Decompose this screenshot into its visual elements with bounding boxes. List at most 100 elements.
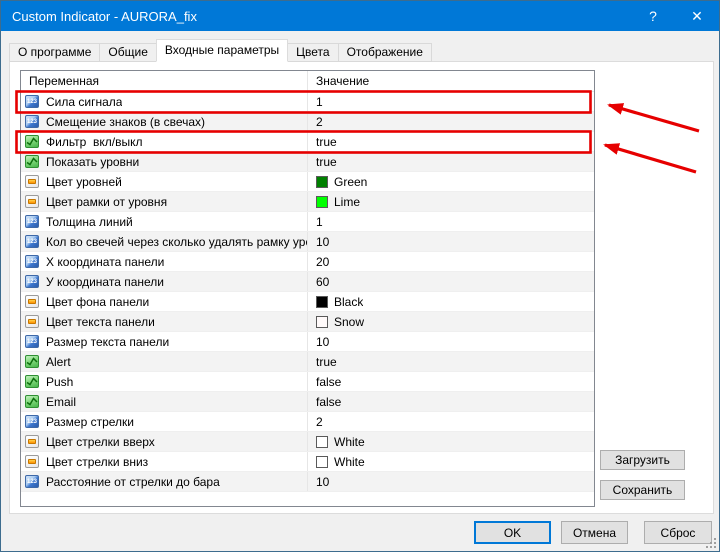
table-row[interactable]: 123 Кол во свечей через сколько удалять …: [21, 232, 594, 252]
orange-bar: [28, 439, 36, 444]
color-page-icon: [25, 195, 39, 208]
color-swatch: [316, 296, 328, 308]
cancel-button[interactable]: Отмена: [561, 521, 628, 544]
table-row[interactable]: 123 Расстояние от стрелки до бара 10: [21, 472, 594, 492]
int-123-icon: 123: [25, 215, 39, 228]
param-value: true: [316, 135, 337, 149]
table-row[interactable]: 123 Смещение знаков (в свечах) 2: [21, 112, 594, 132]
table-row[interactable]: 123 Размер стрелки 2: [21, 412, 594, 432]
table-row[interactable]: Показать уровни true: [21, 152, 594, 172]
param-name: Толщина линий: [46, 215, 133, 229]
window-title: Custom Indicator - AURORA_fix: [1, 9, 631, 24]
parameters-table: Переменная Значение 123 Сила сигнала 1 1…: [20, 70, 595, 507]
tab-common[interactable]: Общие: [99, 43, 156, 62]
param-name: Расстояние от стрелки до бара: [46, 475, 220, 489]
table-row[interactable]: Фильтр вкл/выкл true: [21, 132, 594, 152]
param-value: White: [334, 455, 365, 469]
param-name: Alert: [46, 355, 71, 369]
param-value: Black: [334, 295, 363, 309]
column-header-variable: Переменная: [21, 71, 308, 91]
color-swatch: [316, 176, 328, 188]
param-name: X координата панели: [46, 255, 164, 269]
param-name: Email: [46, 395, 76, 409]
int-123-icon: 123: [25, 255, 39, 268]
reset-button[interactable]: Сброс: [644, 521, 712, 544]
tab-display[interactable]: Отображение: [338, 43, 432, 62]
param-name: У координата панели: [46, 275, 164, 289]
table-row[interactable]: Цвет уровней Green: [21, 172, 594, 192]
table-row[interactable]: Цвет текста панели Snow: [21, 312, 594, 332]
orange-bar: [28, 459, 36, 464]
table-row[interactable]: Цвет фона панели Black: [21, 292, 594, 312]
color-page-icon: [25, 455, 39, 468]
orange-bar: [28, 299, 36, 304]
tab-about[interactable]: О программе: [9, 43, 100, 62]
table-row[interactable]: Alert true: [21, 352, 594, 372]
param-name: Показать уровни: [46, 155, 139, 169]
bool-zigzag-icon: [25, 155, 39, 168]
tab-strip: О программеОбщиеВходные параметрыЦветаОт…: [9, 39, 432, 62]
color-page-icon: [25, 295, 39, 308]
tab-inputs[interactable]: Входные параметры: [156, 39, 288, 62]
tab-colors[interactable]: Цвета: [287, 43, 338, 62]
int-123-icon: 123: [25, 115, 39, 128]
param-value: 1: [316, 215, 323, 229]
param-name: Цвет фона панели: [46, 295, 149, 309]
table-row[interactable]: Цвет стрелки вверх White: [21, 432, 594, 452]
color-swatch: [316, 436, 328, 448]
table-row[interactable]: 123 Толщина линий 1: [21, 212, 594, 232]
table-row[interactable]: Email false: [21, 392, 594, 412]
title-bar: Custom Indicator - AURORA_fix ? ✕: [1, 1, 719, 31]
int-123-icon: 123: [25, 275, 39, 288]
param-name: Фильтр вкл/выкл: [46, 135, 142, 149]
param-name: Размер текста панели: [46, 335, 169, 349]
color-swatch: [316, 196, 328, 208]
int-123-icon: 123: [25, 475, 39, 488]
param-value: 10: [316, 335, 329, 349]
orange-bar: [28, 179, 36, 184]
param-name: Цвет рамки от уровня: [46, 195, 167, 209]
param-name: Цвет стрелки вверх: [46, 435, 155, 449]
column-header-value: Значение: [308, 71, 594, 91]
param-value: true: [316, 155, 337, 169]
table-row[interactable]: Цвет рамки от уровня Lime: [21, 192, 594, 212]
table-row[interactable]: Цвет стрелки вниз White: [21, 452, 594, 472]
table-row[interactable]: Push false: [21, 372, 594, 392]
int-123-icon: 123: [25, 235, 39, 248]
ok-button[interactable]: OK: [474, 521, 551, 544]
color-page-icon: [25, 315, 39, 328]
param-name: Сила сигнала: [46, 95, 122, 109]
close-button[interactable]: ✕: [675, 1, 719, 31]
param-value: true: [316, 355, 337, 369]
bool-zigzag-icon: [25, 135, 39, 148]
color-page-icon: [25, 175, 39, 188]
param-value: Snow: [334, 315, 364, 329]
help-button[interactable]: ?: [631, 1, 675, 31]
int-123-icon: 123: [25, 95, 39, 108]
table-header-row: Переменная Значение: [21, 71, 594, 92]
inputs-tab-page: Переменная Значение 123 Сила сигнала 1 1…: [9, 61, 714, 514]
param-value: 60: [316, 275, 329, 289]
param-name: Цвет уровней: [46, 175, 122, 189]
bool-zigzag-icon: [25, 375, 39, 388]
resize-grip-icon[interactable]: [706, 538, 716, 548]
bool-zigzag-icon: [25, 355, 39, 368]
param-value: 10: [316, 235, 329, 249]
load-button[interactable]: Загрузить: [600, 450, 685, 470]
bool-zigzag-icon: [25, 395, 39, 408]
table-row[interactable]: 123 Размер текста панели 10: [21, 332, 594, 352]
table-row[interactable]: 123 X координата панели 20: [21, 252, 594, 272]
color-swatch: [316, 456, 328, 468]
color-page-icon: [25, 435, 39, 448]
param-value: 2: [316, 115, 323, 129]
param-value: 1: [316, 95, 323, 109]
save-button[interactable]: Сохранить: [600, 480, 685, 500]
table-row[interactable]: 123 Сила сигнала 1: [21, 92, 594, 112]
int-123-icon: 123: [25, 415, 39, 428]
param-value: White: [334, 435, 365, 449]
param-value: Lime: [334, 195, 360, 209]
table-row[interactable]: 123 У координата панели 60: [21, 272, 594, 292]
param-name: Цвет текста панели: [46, 315, 155, 329]
custom-indicator-dialog: Custom Indicator - AURORA_fix ? ✕ О прог…: [0, 0, 720, 552]
param-name: Размер стрелки: [46, 415, 134, 429]
